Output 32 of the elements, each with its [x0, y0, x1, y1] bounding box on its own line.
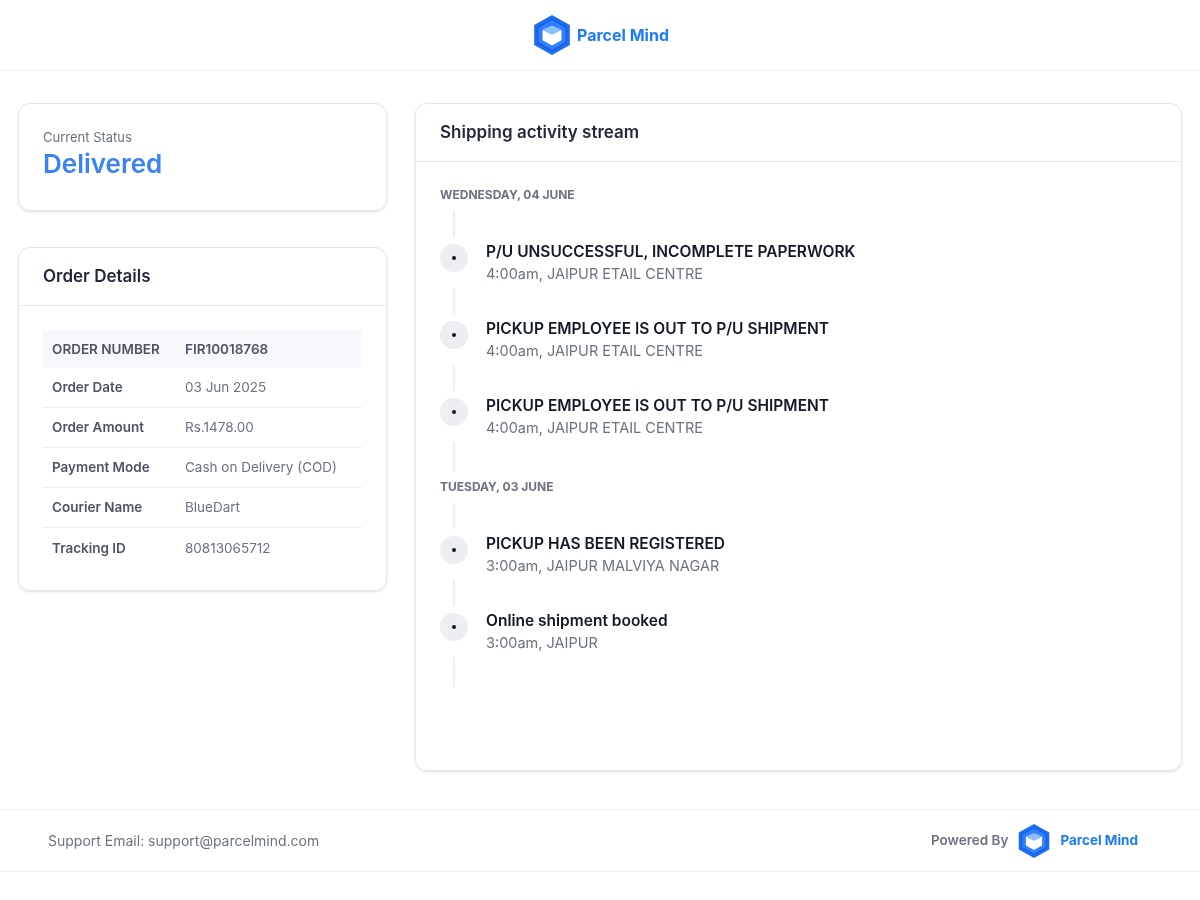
- table-cell-text: Payment Mode: [52, 458, 151, 478]
- event-detail: 4:00am, JAIPUR ETAIL CENTRE: [486, 341, 704, 362]
- table-cell-text: Tracking ID: [52, 538, 127, 558]
- event-detail: 4:00am, JAIPUR ETAIL CENTRE: [486, 418, 704, 439]
- status-value: Delivered: [43, 147, 164, 180]
- event-title: Online shipment booked: [486, 610, 668, 632]
- brand-name: Parcel Mind: [1060, 831, 1138, 851]
- event-title: P/U UNSUCCESSFUL, INCOMPLETE PAPERWORK: [486, 241, 856, 263]
- event-title: PICKUP HAS BEEN REGISTERED: [486, 533, 726, 555]
- table-cell-text: Cash on Delivery (COD): [185, 458, 337, 478]
- date-heading: WEDNESDAY, 04 JUNE: [440, 186, 576, 204]
- event-title: PICKUP EMPLOYEE IS OUT TO P/U SHIPMENT: [486, 318, 830, 340]
- brand-name: Parcel Mind: [577, 24, 669, 47]
- table-cell-text: FIR10018768: [185, 339, 269, 359]
- event-detail: 3:00am, JAIPUR: [486, 633, 599, 654]
- event-title: PICKUP EMPLOYEE IS OUT TO P/U SHIPMENT: [486, 395, 830, 417]
- date-heading: TUESDAY, 03 JUNE: [440, 478, 555, 496]
- powered-by-text: Powered By: [930, 831, 1009, 851]
- card-title: Order Details: [43, 264, 151, 288]
- support-email-text: Support Email: support@parcelmind.com: [48, 831, 320, 851]
- table-cell-text: 03 Jun 2025: [185, 378, 267, 398]
- table-cell-text: Order Date: [52, 378, 124, 398]
- table-cell-text: ORDER NUMBER: [52, 339, 161, 359]
- table-cell-text: Order Amount: [52, 418, 146, 438]
- event-detail: 4:00am, JAIPUR ETAIL CENTRE: [486, 264, 704, 285]
- table-cell-text: 80813065712: [185, 538, 271, 558]
- event-detail: 3:00am, JAIPUR MALVIYA NAGAR: [486, 556, 721, 577]
- table-cell-text: BlueDart: [185, 498, 240, 518]
- status-label: Current Status: [43, 128, 133, 147]
- table-cell-text: Courier Name: [52, 498, 144, 518]
- card-title: Shipping activity stream: [440, 120, 640, 144]
- table-cell-text: Rs.1478.00: [185, 418, 254, 438]
